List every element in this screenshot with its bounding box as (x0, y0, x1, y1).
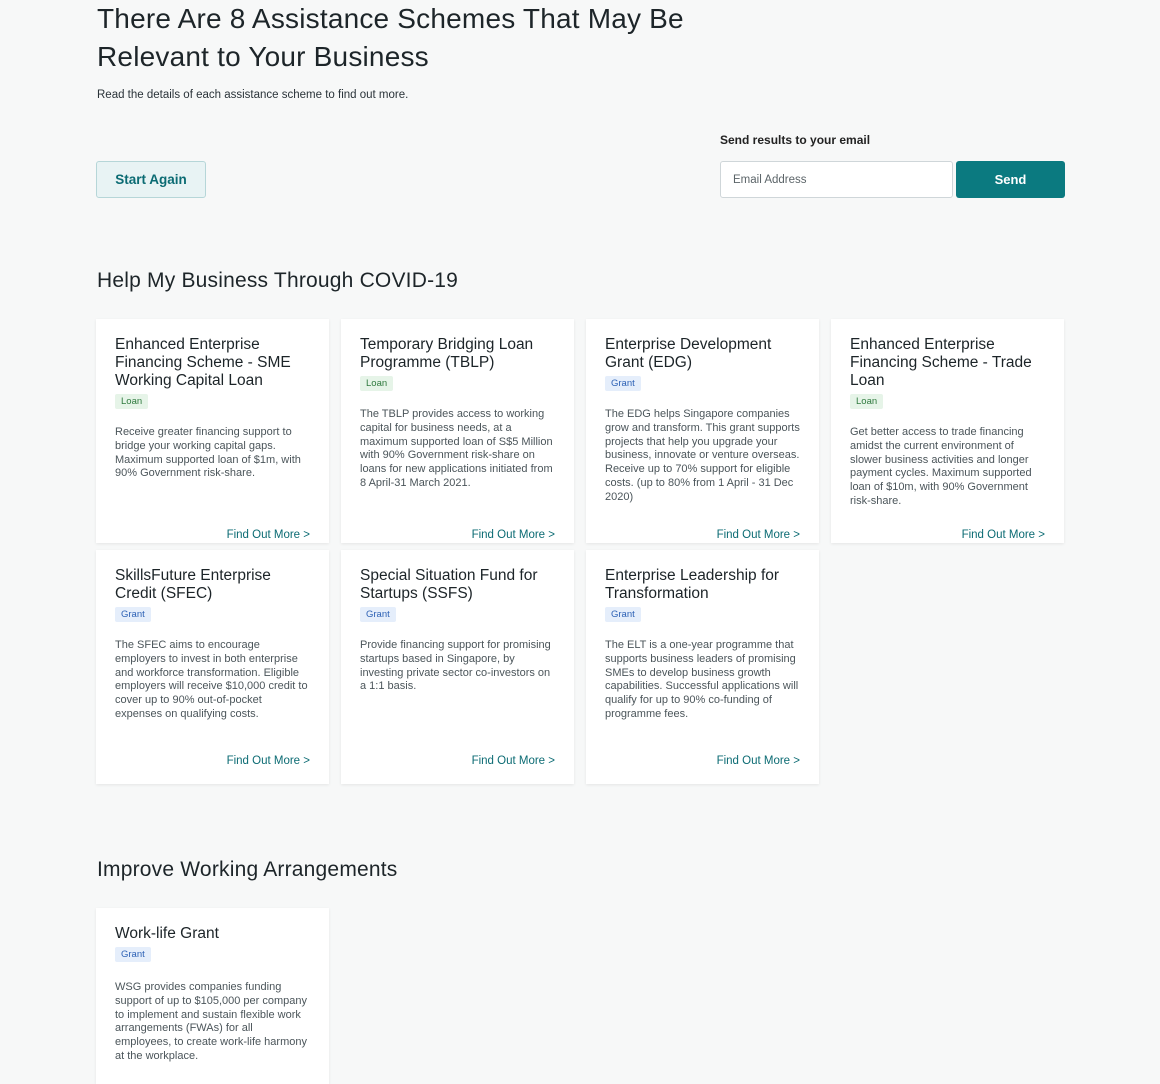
card-type-badge: Grant (115, 947, 151, 962)
card-type-badge: Grant (360, 607, 396, 622)
card-title: Enhanced Enterprise Financing Scheme - T… (850, 336, 1032, 389)
results-page: There Are 8 Assistance Schemes That May … (0, 0, 1160, 1084)
scheme-card: Temporary Bridging Loan Programme (TBLP)… (341, 319, 574, 543)
card-title: Temporary Bridging Loan Programme (TBLP) (360, 336, 534, 371)
send-button[interactable]: Send (956, 161, 1065, 198)
find-out-more-link[interactable]: Find Out More > (717, 529, 800, 541)
card-description: Receive greater financing support to bri… (115, 426, 301, 480)
card-type-badge: Loan (850, 394, 884, 409)
card-type-badge: Grant (605, 376, 641, 391)
card-title: Enterprise Development Grant (EDG) (605, 336, 772, 371)
find-out-more-link[interactable]: Find Out More > (717, 755, 800, 767)
card-description: The EDG helps Singapore companies grow a… (605, 408, 800, 503)
card-description: The SFEC aims to encourage employers to … (115, 639, 308, 720)
scheme-card: SkillsFuture Enterprise Credit (SFEC) Gr… (96, 550, 329, 784)
card-title: Special Situation Fund for Startups (SSF… (360, 567, 538, 602)
card-description: Get better access to trade financing ami… (850, 426, 1032, 507)
card-type-badge: Grant (115, 607, 151, 622)
scheme-card: Work-life Grant Grant WSG provides compa… (96, 908, 329, 1084)
card-description: The ELT is a one-year programme that sup… (605, 639, 799, 720)
card-title: SkillsFuture Enterprise Credit (SFEC) (115, 567, 271, 602)
card-type-badge: Loan (115, 394, 149, 409)
card-description: The TBLP provides access to working capi… (360, 408, 553, 489)
page-title: There Are 8 Assistance Schemes That May … (97, 3, 684, 72)
find-out-more-link[interactable]: Find Out More > (962, 529, 1045, 541)
email-field[interactable] (720, 161, 953, 198)
card-description: WSG provides companies funding support o… (115, 981, 308, 1062)
card-type-badge: Grant (605, 607, 641, 622)
find-out-more-link[interactable]: Find Out More > (227, 529, 310, 541)
scheme-card: Enterprise Leadership for Transformation… (586, 550, 819, 784)
card-title: Enhanced Enterprise Financing Scheme - S… (115, 336, 291, 389)
card-description: Provide financing support for promising … (360, 639, 551, 693)
scheme-card: Enhanced Enterprise Financing Scheme - T… (831, 319, 1064, 543)
scheme-card: Enhanced Enterprise Financing Scheme - S… (96, 319, 329, 543)
find-out-more-link[interactable]: Find Out More > (472, 529, 555, 541)
section-title-working-arrangements: Improve Working Arrangements (97, 858, 398, 881)
find-out-more-link[interactable]: Find Out More > (227, 755, 310, 767)
email-label: Send results to your email (720, 133, 871, 147)
card-type-badge: Loan (360, 376, 394, 391)
find-out-more-link[interactable]: Find Out More > (472, 755, 555, 767)
scheme-card: Enterprise Development Grant (EDG) Grant… (586, 319, 819, 543)
section-title-covid: Help My Business Through COVID-19 (97, 269, 459, 292)
card-title: Work-life Grant (115, 925, 219, 942)
page-subtitle: Read the details of each assistance sche… (97, 89, 409, 101)
scheme-card: Special Situation Fund for Startups (SSF… (341, 550, 574, 784)
start-again-button[interactable]: Start Again (96, 161, 206, 198)
card-title: Enterprise Leadership for Transformation (605, 567, 780, 602)
